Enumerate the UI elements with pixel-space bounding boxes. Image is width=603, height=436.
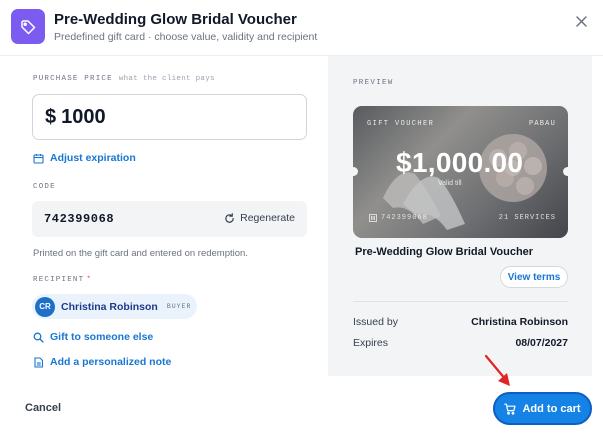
card-brand-label: GIFT VOUCHER <box>367 120 435 128</box>
regenerate-button[interactable]: Regenerate <box>224 212 295 224</box>
currency-symbol: $ <box>45 105 57 128</box>
card-code: 742399068 <box>369 214 428 222</box>
purchase-price-label: PURCHASE PRICE what the client pays <box>33 75 215 83</box>
card-merchant-label: PABAU <box>528 120 556 128</box>
close-button[interactable] <box>572 12 590 30</box>
recipient-name: Christina Robinson <box>61 300 158 313</box>
cart-icon <box>504 403 517 415</box>
code-help-text: Printed on the gift card and entered on … <box>33 248 248 259</box>
issued-by-value: Christina Robinson <box>471 316 568 328</box>
close-icon <box>575 15 587 27</box>
preview-label: PREVIEW <box>353 79 394 87</box>
required-mark: * <box>86 276 93 284</box>
purchase-price-input[interactable]: $ 1000 <box>32 94 307 140</box>
expires-row: Expires 08/07/2027 <box>353 337 568 349</box>
barcode-icon <box>369 214 377 222</box>
preview-divider <box>353 301 568 302</box>
card-value: $1,000.00 <box>396 147 524 178</box>
issued-by-label: Issued by <box>353 316 398 328</box>
recipient-chip[interactable]: CR Christina Robinson BUYER <box>32 294 197 319</box>
buyer-badge: BUYER <box>166 303 192 310</box>
gift-to-someone-else-link[interactable]: Gift to someone else <box>33 331 153 343</box>
recipient-label: RECIPIENT * <box>33 276 93 284</box>
code-field: 742399068 Regenerate <box>32 201 307 237</box>
adjust-expiration-link[interactable]: Adjust expiration <box>33 152 136 164</box>
expires-value: 08/07/2027 <box>515 337 568 349</box>
view-terms-button[interactable]: View terms <box>500 266 568 288</box>
add-to-cart-button[interactable]: Add to cart <box>493 392 592 425</box>
card-services-count: 21 SERVICES <box>498 214 556 222</box>
search-icon <box>33 332 44 343</box>
add-note-link[interactable]: Add a personalized note <box>33 356 171 368</box>
voucher-tag-icon <box>11 9 45 44</box>
calendar-icon <box>33 153 44 164</box>
annotation-arrow-icon <box>484 354 510 386</box>
card-notch-right <box>563 167 568 176</box>
card-valid-text: Valid till <box>438 180 462 187</box>
preview-title: Pre-Wedding Glow Bridal Voucher <box>355 246 534 258</box>
dialog-subtitle: Predefined gift card · choose value, val… <box>54 31 318 43</box>
code-value: 742399068 <box>44 212 115 226</box>
refresh-icon <box>225 212 234 223</box>
code-label: CODE <box>33 183 56 191</box>
avatar: CR <box>35 296 55 317</box>
expires-label: Expires <box>353 337 389 349</box>
issued-by-row: Issued by Christina Robinson <box>353 316 568 328</box>
purchase-price-hint: what the client pays <box>118 75 215 83</box>
purchase-price-value: 1000 <box>61 105 106 128</box>
note-icon <box>34 356 44 368</box>
dialog-title: Pre-Wedding Glow Bridal Voucher <box>54 11 297 28</box>
cancel-button[interactable]: Cancel <box>25 402 61 414</box>
gift-card-preview: GIFT VOUCHER PABAU $1,000.00 Valid till … <box>353 106 568 238</box>
